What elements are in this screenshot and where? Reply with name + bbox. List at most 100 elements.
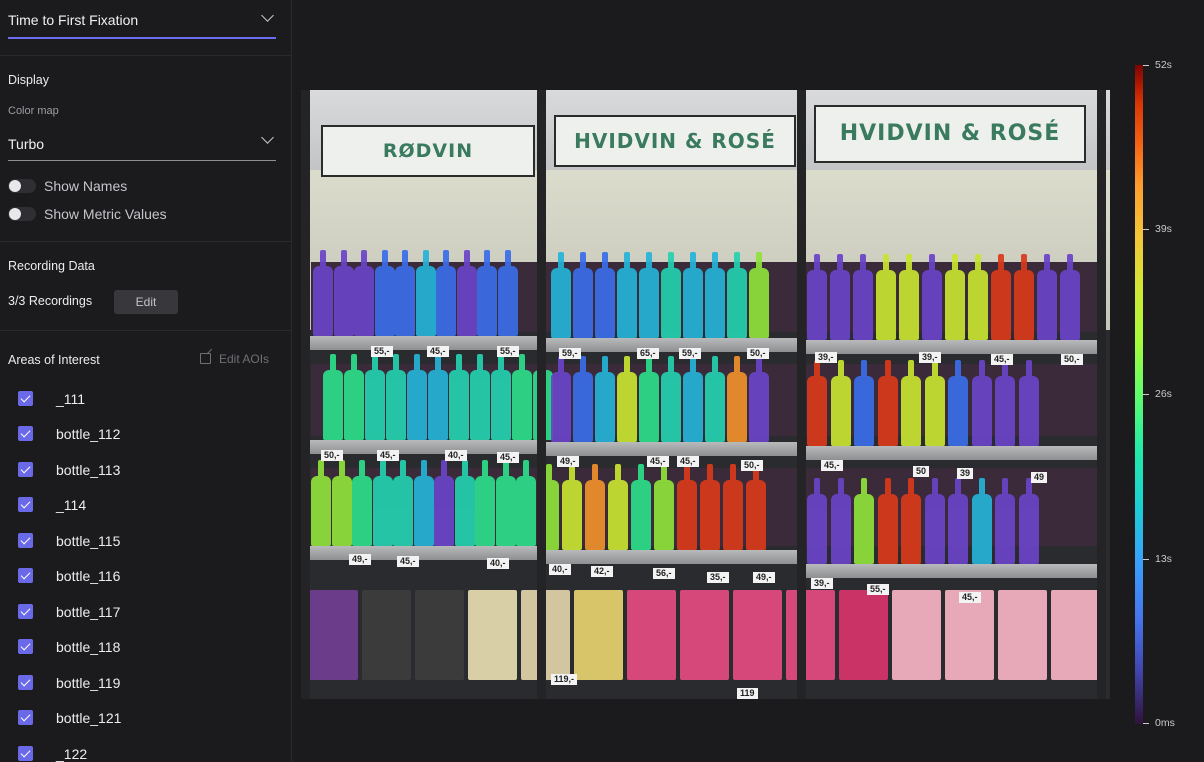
bottle-aoi: [344, 354, 364, 440]
bottle-aoi: [434, 460, 454, 546]
product-box: [892, 590, 941, 680]
checkbox[interactable]: [18, 746, 33, 761]
bottle-aoi: [512, 354, 532, 440]
aoi-item[interactable]: _114: [18, 495, 268, 515]
aoi-title: Areas of Interest: [8, 353, 100, 367]
bottle-aoi: [683, 356, 703, 442]
price-tag: 40,-: [549, 564, 571, 575]
checkbox[interactable]: [18, 426, 33, 441]
checkbox[interactable]: [18, 533, 33, 548]
shelf-post: [537, 90, 546, 699]
color-map-label: Color map: [8, 105, 59, 117]
divider: [0, 55, 291, 56]
bottle-aoi: [700, 464, 720, 550]
aoi-name: bottle_121: [56, 710, 122, 726]
bottle-aoi: [995, 360, 1015, 446]
bottle-aoi: [705, 252, 725, 338]
color-legend-bar: [1135, 65, 1143, 724]
bottle-aoi: [372, 460, 393, 546]
bottle-aoi: [608, 464, 628, 550]
checkbox[interactable]: [18, 391, 33, 406]
product-box: [574, 590, 623, 680]
bottle-aoi: [313, 250, 333, 336]
aoi-name: _122: [56, 746, 88, 762]
aoi-name: bottle_115: [56, 533, 121, 549]
bottle-aoi: [705, 356, 725, 442]
edit-aois-button[interactable]: Edit AOIs: [200, 352, 269, 366]
price-tag: 45,-: [991, 354, 1013, 365]
bottle-aoi: [991, 254, 1011, 340]
checkbox[interactable]: [18, 604, 33, 619]
bottle-aoi: [395, 250, 415, 336]
price-tag: 40,-: [487, 558, 509, 569]
bottle-aoi: [995, 478, 1015, 564]
legend-label: 26s: [1155, 388, 1172, 400]
aoi-item[interactable]: _111: [18, 389, 268, 409]
aoi-name: bottle_119: [56, 675, 121, 691]
bottle-aoi: [551, 252, 571, 338]
price-tag: 39,-: [815, 352, 837, 363]
price-tag: 39,-: [919, 352, 941, 363]
checkbox[interactable]: [18, 568, 33, 583]
checkbox[interactable]: [18, 639, 33, 654]
show-metric-values-toggle[interactable]: Show Metric Values: [8, 205, 258, 225]
bottle-aoi: [477, 250, 497, 336]
bottle-aoi: [1018, 360, 1039, 446]
color-map-select[interactable]: Turbo: [8, 126, 276, 161]
aoi-item[interactable]: bottle_116: [18, 566, 268, 586]
edit-icon: [200, 353, 211, 364]
divider: [0, 241, 291, 242]
bottle-aoi: [449, 354, 469, 440]
shelf: [545, 550, 797, 564]
show-metric-values-label: Show Metric Values: [44, 206, 167, 222]
bottle-aoi: [631, 464, 651, 550]
divider: [0, 330, 291, 331]
bottle-aoi: [1060, 254, 1080, 340]
checkbox[interactable]: [18, 710, 33, 725]
checkbox[interactable]: [18, 462, 33, 477]
metric-select[interactable]: Time to First Fixation: [8, 0, 276, 39]
bottle-aoi: [374, 250, 395, 336]
checkbox[interactable]: [18, 675, 33, 690]
legend-label-min: 0ms: [1155, 717, 1175, 729]
bottle-aoi: [497, 250, 518, 336]
price-tag: 55,-: [371, 346, 393, 357]
aoi-item[interactable]: bottle_117: [18, 602, 268, 622]
price-tag: 49,-: [557, 456, 579, 467]
bottle-aoi: [901, 478, 921, 564]
price-tag: 45,-: [959, 592, 981, 603]
aoi-item[interactable]: bottle_121: [18, 708, 268, 728]
bottle-aoi: [854, 360, 874, 446]
aoi-item[interactable]: bottle_112: [18, 424, 268, 444]
bottle-aoi: [807, 254, 827, 340]
price-tag: 45,-: [677, 456, 699, 467]
bottle-aoi: [428, 354, 448, 440]
bottle-aoi: [1018, 478, 1039, 564]
aoi-item[interactable]: bottle_119: [18, 673, 268, 693]
aoi-name: _111: [56, 391, 86, 407]
bottle-aoi: [595, 356, 615, 442]
bottle-aoi: [945, 254, 965, 340]
product-box: [839, 590, 888, 680]
bottle-aoi: [971, 360, 992, 446]
bottle-aoi: [551, 356, 571, 442]
bottle-aoi: [901, 360, 921, 446]
toggle-switch[interactable]: [8, 179, 36, 193]
edit-recordings-button[interactable]: Edit: [114, 290, 178, 314]
aoi-item[interactable]: bottle_118: [18, 637, 268, 657]
aoi-name: bottle_118: [56, 639, 121, 655]
color-map-value: Turbo: [8, 136, 45, 152]
bottle-aoi: [365, 354, 385, 440]
price-tag: 39: [957, 468, 974, 479]
aoi-item[interactable]: _122: [18, 744, 268, 762]
checkbox[interactable]: [18, 497, 33, 512]
bottle-aoi: [516, 460, 536, 546]
aoi-item[interactable]: bottle_115: [18, 531, 268, 551]
aoi-item[interactable]: bottle_113: [18, 460, 268, 480]
edit-aois-label: Edit AOIs: [219, 352, 270, 366]
bottle-aoi: [854, 478, 874, 564]
show-names-toggle[interactable]: Show Names: [8, 177, 258, 197]
bottle-aoi: [354, 250, 374, 336]
toggle-switch[interactable]: [8, 207, 36, 221]
stimulus-image[interactable]: RØDVIN HVIDVIN & ROSÉ HVIDVIN & ROSÉ 55,…: [301, 90, 1110, 699]
